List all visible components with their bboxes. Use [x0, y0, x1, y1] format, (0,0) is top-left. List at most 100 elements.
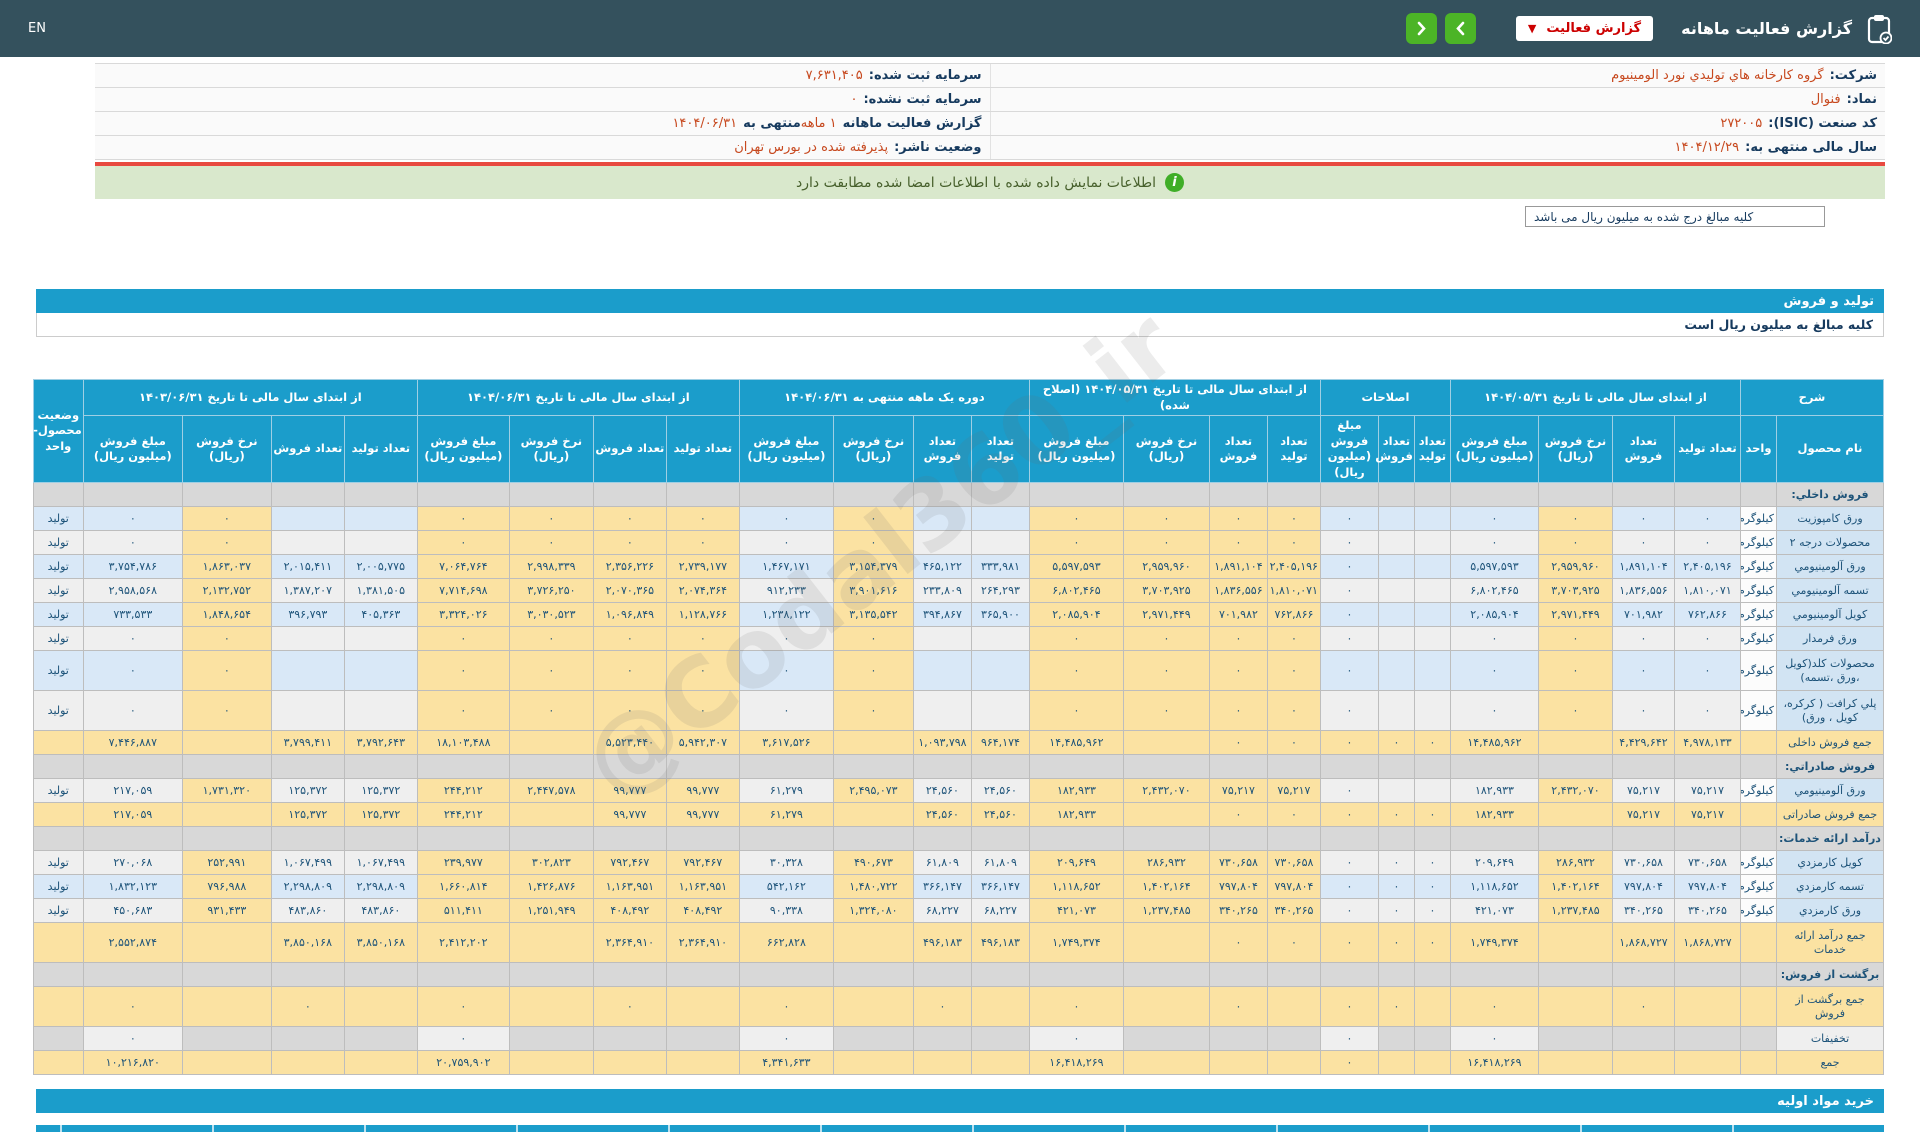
table-cell — [1378, 755, 1414, 779]
info-row: سال مالی منتهی به: ۱۴۰۴/۱۲/۲۹ وضعیت ناشر… — [95, 136, 1885, 160]
table-cell — [1538, 483, 1612, 507]
table-cell: کیلوگرم — [1740, 651, 1776, 691]
table-cell — [1378, 963, 1414, 987]
total-row: جمع۱۶,۴۱۸,۲۶۹۰۱۶,۴۱۸,۲۶۹۴,۳۴۱,۶۳۳۲۰,۷۵۹,… — [33, 1051, 1883, 1075]
table-cell: ۰ — [1209, 651, 1267, 691]
table-cell: تولید — [33, 579, 83, 603]
table-cell: ۰ — [1267, 803, 1320, 827]
table-cell: کیلوگرم — [1740, 579, 1776, 603]
table-cell — [344, 483, 417, 507]
table-cell — [666, 1051, 739, 1075]
table-cell: ۰ — [1267, 923, 1320, 963]
info-cell: سرمايه ثبت شده: ۷,۶۳۱,۴۰۵ — [95, 64, 990, 87]
table-cell — [182, 1027, 271, 1051]
table-row: محصولات کلد(کویل ،ورق ،تسمه)کیلوگرم۰۰۰۰۰… — [33, 651, 1883, 691]
table-cell — [344, 627, 417, 651]
column-group-header: از ابتدای سال مالی تا تاریخ ۱۴۰۴/۰۶/۳۱ — [417, 380, 739, 416]
table-cell: ۰ — [1414, 803, 1450, 827]
table-cell — [1267, 963, 1320, 987]
section-row: فروش داخلي: — [33, 483, 1883, 507]
table-cell: ۰ — [739, 507, 833, 531]
table-cell: ۰ — [1320, 731, 1378, 755]
table-cell: ۷۶۲,۸۶۶ — [1674, 603, 1740, 627]
table-cell — [739, 483, 833, 507]
table-cell: ۰ — [83, 1027, 182, 1051]
info-cell: گزارش فعالیت ماهانه ۱ ماهه منتهی به ۱۴۰۴… — [95, 112, 990, 135]
table-cell — [33, 963, 83, 987]
table-cell: ۰ — [833, 651, 913, 691]
table-cell: ۶۸,۲۲۷ — [971, 899, 1029, 923]
table-cell: ۲,۹۵۹,۹۶۰ — [1123, 555, 1209, 579]
table-cell — [1538, 923, 1612, 963]
table-cell — [913, 483, 971, 507]
table-cell: ۱,۸۳۶,۵۵۶ — [1209, 579, 1267, 603]
product-name-cell: فروش صادراتي: — [1777, 755, 1884, 779]
table-cell — [593, 755, 666, 779]
table-cell: ۰ — [593, 531, 666, 555]
table-cell: ۰ — [1123, 651, 1209, 691]
table-cell — [1612, 827, 1674, 851]
table-cell — [593, 1027, 666, 1051]
table-cell: ۳۹۶,۷۹۳ — [271, 603, 344, 627]
column-group-header: از ابتدای سال مالی تا تاریخ ۱۴۰۳/۰۶/۳۱ — [83, 380, 417, 416]
table-cell — [1267, 827, 1320, 851]
table-cell — [1320, 963, 1378, 987]
table-cell — [1267, 987, 1320, 1027]
previous-report-button[interactable] — [1445, 13, 1476, 44]
table-cell — [182, 923, 271, 963]
table-cell: تولید — [33, 651, 83, 691]
table-cell: ۴۹۶,۱۸۳ — [913, 923, 971, 963]
table-cell: ۰ — [1209, 987, 1267, 1027]
table-cell: ۰ — [593, 651, 666, 691]
table-cell — [1414, 507, 1450, 531]
table-cell: ۳,۷۰۳,۹۲۵ — [1538, 579, 1612, 603]
table-cell — [666, 1027, 739, 1051]
column-header: نرخ فروش (ریال) — [1538, 416, 1612, 483]
column-group-header: اصلاحات — [1320, 380, 1450, 416]
info-value: ۱ ماهه — [801, 116, 837, 131]
table-cell — [1320, 483, 1378, 507]
table-cell: ۲۸۶,۹۳۲ — [1123, 851, 1209, 875]
table-cell: ۶۱,۸۰۹ — [913, 851, 971, 875]
table-cell — [1378, 603, 1414, 627]
table-cell — [1320, 755, 1378, 779]
table-cell — [509, 963, 593, 987]
report-type-dropdown[interactable]: گزارش فعالیت ▼ — [1516, 16, 1653, 41]
table-cell: ۰ — [1029, 627, 1123, 651]
table-cell: ۹۹,۷۷۷ — [666, 803, 739, 827]
table-cell — [1414, 691, 1450, 731]
table-cell: ۲,۴۴۷,۵۷۸ — [509, 779, 593, 803]
table-cell: ۰ — [417, 691, 509, 731]
table-cell: تولید — [33, 899, 83, 923]
info-value: فنوال — [1811, 92, 1841, 107]
table-cell: ۰ — [1612, 627, 1674, 651]
column-header: تعداد فروش — [593, 416, 666, 483]
table-cell: ۰ — [1267, 507, 1320, 531]
language-toggle-en[interactable]: EN — [28, 21, 46, 36]
product-name-cell: محصولات کلد(کویل ،ورق ،تسمه) — [1777, 651, 1884, 691]
table-cell — [1209, 1027, 1267, 1051]
table-cell — [833, 803, 913, 827]
table-cell: ۰ — [1209, 507, 1267, 531]
table-cell — [1267, 755, 1320, 779]
column-group-header: دوره یک ماهه منتهی به ۱۴۰۴/۰۶/۳۱ — [739, 380, 1029, 416]
table-cell: ۷۶۲,۸۶۶ — [1267, 603, 1320, 627]
table-cell: ۰ — [739, 627, 833, 651]
table-row: پلي کرافت ( کرکره، کویل ، ورق)کیلوگرم۰۰۰… — [33, 691, 1883, 731]
table-cell: ۰ — [509, 691, 593, 731]
table-cell — [1740, 1027, 1776, 1051]
table-cell — [1674, 483, 1740, 507]
table-cell — [666, 827, 739, 851]
table-cell — [833, 755, 913, 779]
table-row: ورق کارمزديکیلوگرم۳۴۰,۲۶۵۳۴۰,۲۶۵۱,۲۳۷,۴۸… — [33, 899, 1883, 923]
table-cell — [913, 691, 971, 731]
table-cell: ۷۵,۲۱۷ — [1209, 779, 1267, 803]
info-icon: i — [1165, 173, 1184, 192]
table-cell: ۰ — [1320, 691, 1378, 731]
table-cell — [33, 987, 83, 1027]
table-cell — [1123, 963, 1209, 987]
table-cell: ۱,۱۶۳,۹۵۱ — [666, 875, 739, 899]
table-cell — [83, 963, 182, 987]
next-report-button[interactable] — [1406, 13, 1437, 44]
table-cell — [739, 963, 833, 987]
